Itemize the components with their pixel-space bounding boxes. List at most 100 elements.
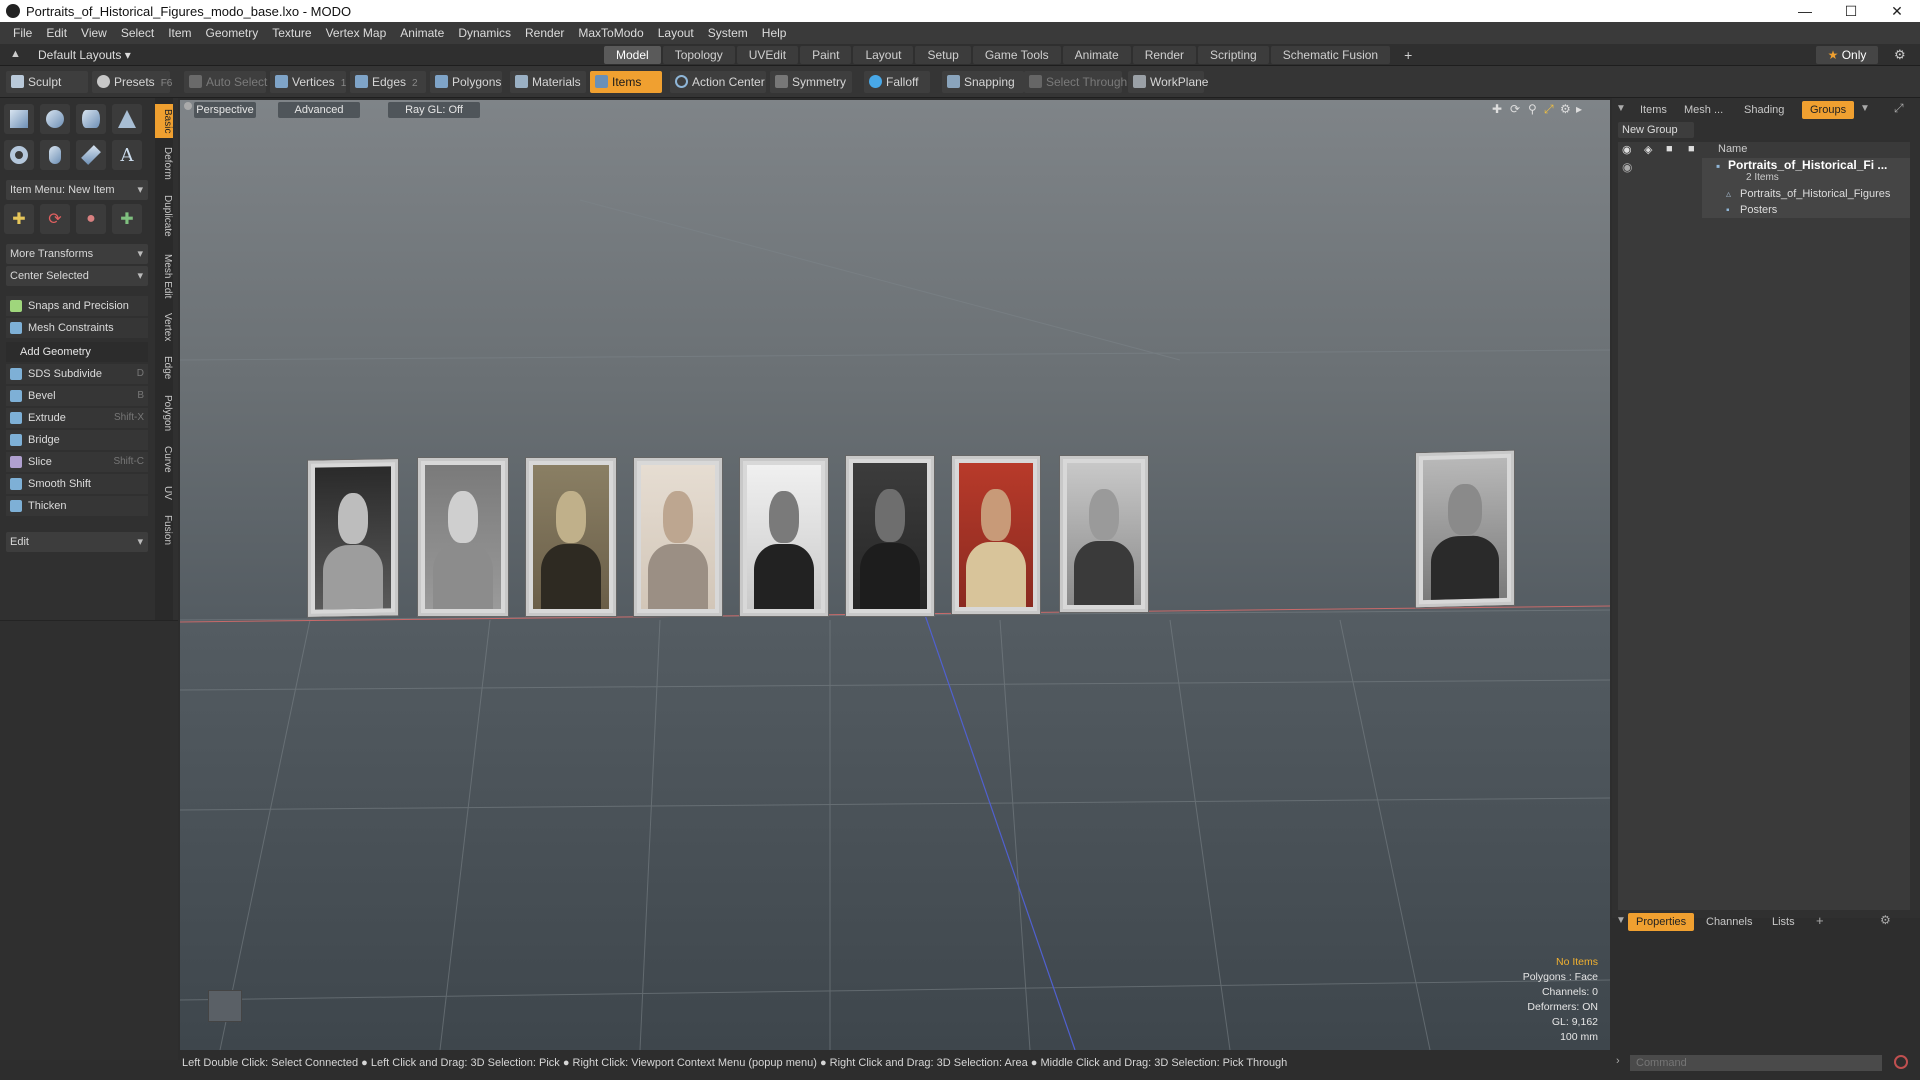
- menu-animate[interactable]: Animate: [393, 26, 451, 40]
- tab-uvedit[interactable]: UVEdit: [736, 46, 799, 64]
- center-selected-dropdown[interactable]: Center Selected: [6, 266, 148, 286]
- zoom-icon[interactable]: ⚲: [1528, 102, 1537, 116]
- materials-button[interactable]: Materials: [510, 71, 586, 93]
- menu-help[interactable]: Help: [755, 26, 794, 40]
- tab-render[interactable]: Render: [1132, 46, 1197, 64]
- panel-menu-icon[interactable]: ▼: [1616, 103, 1626, 114]
- snapping-button[interactable]: Snapping: [942, 71, 1024, 93]
- vtab-deform[interactable]: Deform: [155, 142, 173, 184]
- portrait-1[interactable]: [308, 459, 398, 617]
- vtab-polygon[interactable]: Polygon: [155, 390, 173, 436]
- action-center-button[interactable]: Action Center: [670, 71, 766, 93]
- tab-layout[interactable]: Layout: [853, 46, 914, 64]
- tab-model[interactable]: Model: [604, 46, 661, 64]
- vtab-duplicate[interactable]: Duplicate: [155, 190, 173, 242]
- thicken-button[interactable]: Thicken: [6, 496, 148, 516]
- maximize-icon[interactable]: ☐: [1828, 0, 1874, 22]
- extrude-button[interactable]: Extrude Shift-X: [6, 408, 148, 428]
- menu-select[interactable]: Select: [114, 26, 161, 40]
- properties-menu-icon[interactable]: ▼: [1616, 915, 1626, 926]
- menu-system[interactable]: System: [701, 26, 755, 40]
- tab-topology[interactable]: Topology: [662, 46, 735, 64]
- layout-selector[interactable]: Default Layouts ▾: [38, 48, 131, 62]
- cylinder-icon[interactable]: [76, 104, 106, 134]
- transform-tool-icon[interactable]: ✚: [112, 204, 142, 234]
- menu-geometry[interactable]: Geometry: [199, 26, 266, 40]
- minimize-icon[interactable]: —: [1782, 0, 1828, 22]
- tree-child-posters[interactable]: Posters: [1740, 204, 1777, 216]
- portrait-4[interactable]: [634, 458, 722, 616]
- portrait-2[interactable]: [418, 458, 508, 616]
- scale-tool-icon[interactable]: ●: [76, 204, 106, 234]
- lock-col-icon[interactable]: ◈: [1644, 143, 1652, 156]
- move-tool-icon[interactable]: ✚: [4, 204, 34, 234]
- portrait-6[interactable]: [846, 456, 934, 616]
- vtab-curve[interactable]: Curve: [155, 442, 173, 476]
- portrait-5[interactable]: [740, 458, 828, 616]
- sds-subdivide-button[interactable]: SDS Subdivide D: [6, 364, 148, 384]
- viewport-gear-icon[interactable]: ⚙: [1560, 102, 1571, 116]
- sculpt-button[interactable]: Sculpt: [6, 71, 88, 93]
- tab-scripting[interactable]: Scripting: [1198, 46, 1269, 64]
- tab-setup[interactable]: Setup: [915, 46, 971, 64]
- raygl-button[interactable]: Ray GL: Off: [388, 102, 480, 118]
- snaps-precision-button[interactable]: Snaps and Precision: [6, 296, 148, 316]
- symmetry-button[interactable]: Symmetry: [770, 71, 852, 93]
- smooth-shift-button[interactable]: Smooth Shift: [6, 474, 148, 494]
- vtab-uv[interactable]: UV: [155, 482, 173, 504]
- polygons-button[interactable]: Polygons: [430, 71, 502, 93]
- rotate-tool-icon[interactable]: ⟳: [40, 204, 70, 234]
- viewport-dot-icon[interactable]: [184, 102, 192, 110]
- tab-channels[interactable]: Channels: [1698, 913, 1760, 931]
- menu-texture[interactable]: Texture: [265, 26, 318, 40]
- tab-overflow-icon[interactable]: ▼: [1860, 103, 1870, 114]
- close-icon[interactable]: ✕: [1874, 0, 1920, 22]
- tab-schematic-fusion[interactable]: Schematic Fusion: [1270, 46, 1391, 64]
- portrait-3[interactable]: [526, 458, 616, 616]
- menu-view[interactable]: View: [74, 26, 114, 40]
- vtab-basic[interactable]: Basic: [155, 104, 173, 138]
- portrait-7[interactable]: [952, 456, 1040, 614]
- menu-item[interactable]: Item: [161, 26, 198, 40]
- visibility-col-icon[interactable]: ◉: [1622, 143, 1632, 156]
- tab-properties[interactable]: Properties: [1628, 913, 1695, 931]
- tab-groups[interactable]: Groups: [1802, 101, 1855, 119]
- tab-game-tools[interactable]: Game Tools: [972, 46, 1061, 64]
- menu-edit[interactable]: Edit: [39, 26, 74, 40]
- menu-vertex-map[interactable]: Vertex Map: [319, 26, 394, 40]
- add-tab-icon[interactable]: +: [1816, 913, 1824, 928]
- text-icon[interactable]: A: [112, 140, 142, 170]
- capsule-icon[interactable]: [40, 140, 70, 170]
- add-tab-button[interactable]: +: [1392, 46, 1424, 64]
- bevel-button[interactable]: Bevel B: [6, 386, 148, 406]
- 3d-viewport[interactable]: Perspective Advanced Ray GL: Off ✚ ⟳ ⚲ ⤢…: [180, 100, 1610, 1050]
- vtab-vertex[interactable]: Vertex: [155, 308, 173, 346]
- tab-items[interactable]: Items: [1632, 101, 1675, 119]
- cone-icon[interactable]: [112, 104, 142, 134]
- portrait-9[interactable]: [1416, 450, 1514, 608]
- torus-icon[interactable]: [4, 140, 34, 170]
- perspective-button[interactable]: Perspective: [194, 102, 256, 118]
- tab-shading[interactable]: Shading: [1736, 101, 1792, 119]
- vertices-button[interactable]: Vertices 1: [270, 71, 346, 93]
- bridge-button[interactable]: Bridge: [6, 430, 148, 450]
- tab-lists[interactable]: Lists: [1764, 913, 1803, 931]
- item-menu-dropdown[interactable]: Item Menu: New Item: [6, 180, 148, 200]
- properties-gear-icon[interactable]: ⚙: [1880, 913, 1891, 927]
- pen-icon[interactable]: [76, 140, 106, 170]
- items-button[interactable]: Items: [590, 71, 662, 93]
- select-through-button[interactable]: Select Through: [1024, 71, 1127, 93]
- viewport-expand-icon[interactable]: ▸: [1576, 102, 1582, 116]
- select-col-icon[interactable]: ■: [1688, 143, 1695, 155]
- gear-icon[interactable]: ⚙: [1894, 47, 1906, 63]
- menu-dynamics[interactable]: Dynamics: [451, 26, 518, 40]
- presets-button[interactable]: Presets F6: [92, 71, 172, 93]
- sphere-icon[interactable]: [40, 104, 70, 134]
- portrait-8[interactable]: [1060, 456, 1148, 612]
- menu-file[interactable]: File: [6, 26, 39, 40]
- auto-select-button[interactable]: Auto Select: [184, 71, 267, 93]
- vtab-mesh-edit[interactable]: Mesh Edit: [155, 250, 173, 302]
- edges-button[interactable]: Edges 2: [350, 71, 426, 93]
- advanced-button[interactable]: Advanced: [278, 102, 360, 118]
- more-transforms-dropdown[interactable]: More Transforms: [6, 244, 148, 264]
